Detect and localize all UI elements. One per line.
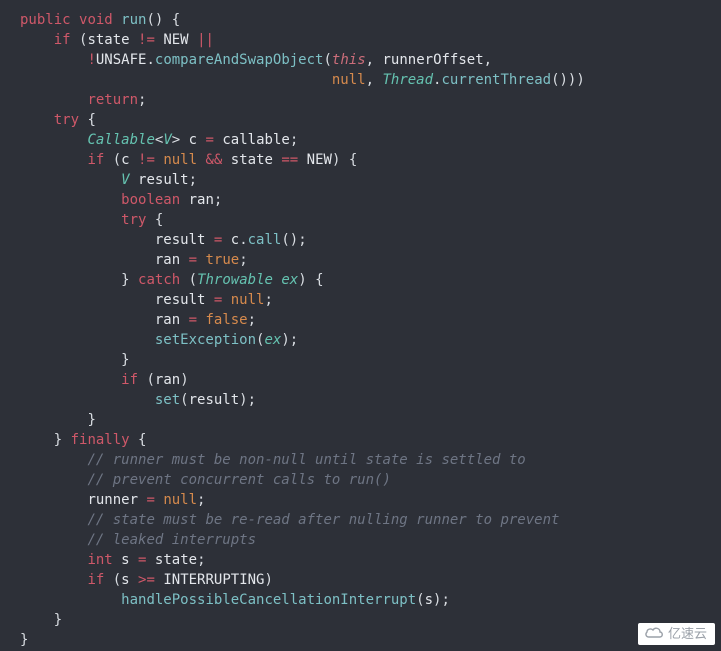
code-line: try {: [20, 212, 163, 228]
method-name: run: [121, 12, 146, 28]
code-line: !UNSAFE.compareAndSwapObject(this, runne…: [20, 52, 492, 68]
code-line: if (c != null && state == NEW) {: [20, 152, 357, 168]
code-line: if (s >= INTERRUPTING): [20, 572, 273, 588]
code-line: return;: [20, 92, 146, 108]
code-line: if (ran): [20, 372, 189, 388]
cloud-logo-icon: [644, 625, 664, 641]
code-line: // runner must be non-null until state i…: [20, 452, 526, 468]
code-line: runner = null;: [20, 492, 205, 508]
code-line: if (state != NEW ||: [20, 32, 214, 48]
comment: // state must be re-read after nulling r…: [87, 512, 559, 528]
code-line: set(result);: [20, 392, 256, 408]
code-line: null, Thread.currentThread())): [20, 72, 585, 88]
comment: // runner must be non-null until state i…: [87, 452, 525, 468]
code-line: }: [20, 632, 28, 648]
code-line: ran = true;: [20, 252, 248, 268]
code-line: ran = false;: [20, 312, 256, 328]
keyword-finally: finally: [71, 432, 130, 448]
code-line: handlePossibleCancellationInterrupt(s);: [20, 592, 450, 608]
code-line: Callable<V> c = callable;: [20, 132, 298, 148]
keyword-public: public: [20, 12, 71, 28]
code-line: // leaked interrupts: [20, 532, 256, 548]
code-line: }: [20, 612, 62, 628]
watermark-badge: 亿速云: [638, 623, 715, 645]
keyword-catch: catch: [138, 272, 180, 288]
keyword-void: void: [79, 12, 113, 28]
code-line: int s = state;: [20, 552, 206, 568]
code-line: } finally {: [20, 432, 146, 448]
code-line: } catch (Throwable ex) {: [20, 272, 324, 288]
code-line: }: [20, 352, 130, 368]
code-line: boolean ran;: [20, 192, 222, 208]
code-line: }: [20, 412, 96, 428]
code-line: // prevent concurrent calls to run(): [20, 472, 391, 488]
code-line: V result;: [20, 172, 197, 188]
keyword-return: return: [87, 92, 138, 108]
keyword-this: this: [332, 52, 366, 68]
code-line: result = null;: [20, 292, 273, 308]
keyword-if: if: [54, 32, 71, 48]
comment: // prevent concurrent calls to run(): [87, 472, 390, 488]
comment: // leaked interrupts: [87, 532, 256, 548]
keyword-try: try: [54, 112, 79, 128]
code-line: public void run() {: [20, 12, 180, 28]
watermark-text: 亿速云: [668, 626, 707, 641]
code-line: try {: [20, 112, 96, 128]
code-block: public void run() { if (state != NEW || …: [0, 0, 721, 650]
code-line: setException(ex);: [20, 332, 298, 348]
code-line: // state must be re-read after nulling r…: [20, 512, 559, 528]
keyword-null: null: [332, 72, 366, 88]
code-line: result = c.call();: [20, 232, 307, 248]
